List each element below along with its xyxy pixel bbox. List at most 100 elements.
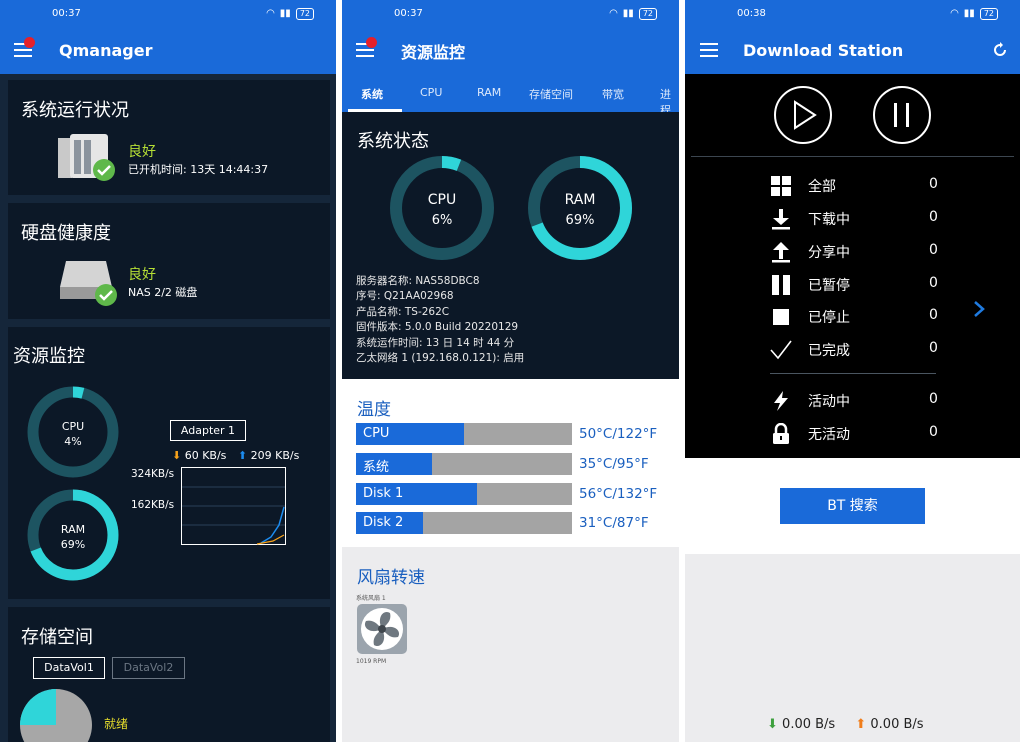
status-time: 00:37 (52, 8, 81, 19)
temp-bar-disk2: Disk 2 (356, 512, 572, 534)
upload-arrow-icon: ⬆ (237, 449, 248, 462)
ethernet-status: 乙太网络 1 (192.168.0.121): 启用 (356, 352, 525, 365)
disk-health-card[interactable]: 硬盘健康度 良好 NAS 2/2 磁盘 (8, 203, 330, 319)
pause-button[interactable] (872, 85, 932, 145)
storage-card[interactable]: 存储空间 DataVol1 DataVol2 就绪 (8, 607, 330, 742)
bandwidth-line-chart (181, 467, 286, 545)
system-status-card[interactable]: 系统运行状况 良好 已开机时间: 13天 14:44:37 (8, 80, 330, 195)
download-arrow-icon: ⬇ (172, 449, 182, 462)
fan-rpm: 1019 RPM (356, 658, 387, 665)
activity-inactive[interactable]: 无活动 0 (770, 421, 940, 451)
temp-label: Disk 2 (363, 515, 404, 530)
firmware-version: 固件版本: 5.0.0 Build 20220129 (356, 321, 519, 334)
resource-monitor-card[interactable]: 资源监控 CPU 4% RAM 69% Adapter 1 ⬇ 60 KB/s … (8, 327, 330, 599)
app-bar: Download Station (685, 27, 1020, 74)
ram-ring-gauge: RAM 69% (27, 489, 119, 581)
play-icon (794, 100, 817, 130)
activity-count: 0 (929, 424, 938, 440)
upload-arrow-icon (772, 242, 790, 263)
tab-cpu[interactable]: CPU (420, 86, 442, 99)
cpu-ring-gauge: CPU 6% (390, 156, 494, 260)
pause-icon (894, 103, 909, 127)
ram-value: 69% (566, 213, 595, 228)
category-completed[interactable]: 已完成 0 (770, 337, 940, 367)
tab-datavol1[interactable]: DataVol1 (33, 657, 105, 679)
category-label: 已停止 (808, 310, 850, 326)
section-title: 风扇转速 (357, 568, 425, 588)
temp-label: CPU (363, 426, 390, 441)
category-count: 0 (929, 340, 938, 356)
chevron-right-icon[interactable] (973, 300, 985, 318)
fan-icon (357, 604, 407, 654)
cpu-value: 4% (64, 435, 81, 448)
category-seeding[interactable]: 分享中 0 (770, 239, 940, 269)
tab-system[interactable]: 系统 (361, 86, 383, 102)
category-downloading[interactable]: 下载中 0 (770, 206, 940, 236)
download-series-line (256, 534, 285, 545)
system-uptime: 系统运作时间: 13 日 14 时 44 分 (356, 336, 515, 349)
refresh-icon[interactable] (992, 42, 1008, 58)
tab-datavol2[interactable]: DataVol2 (112, 657, 185, 679)
tab-ram[interactable]: RAM (477, 86, 501, 99)
screen-qmanager: 00:37 ◠ ▮▮ 72 Qmanager 系统运行状况 良好 已开机时间: … (0, 0, 336, 742)
temp-value: 56°C/132°F (579, 486, 658, 502)
ram-label: RAM (61, 523, 85, 536)
system-info-list: 服务器名称: NAS58DBC8 序号: Q21AA02968 产品名称: TS… (356, 274, 524, 366)
tab-storage[interactable]: 存储空间 (529, 86, 573, 102)
cpu-label: CPU (428, 192, 456, 208)
y-axis-mid-label: 162KB/s (131, 499, 175, 511)
temp-bar-cpu: CPU (356, 423, 572, 445)
category-stopped[interactable]: 已停止 0 (770, 304, 940, 334)
status-icons: ◠ ▮▮ 72 (609, 7, 657, 20)
play-button[interactable] (773, 85, 833, 145)
menu-icon[interactable] (700, 43, 718, 57)
temp-value: 50°C/122°F (579, 426, 658, 442)
activity-label: 无活动 (808, 427, 850, 443)
battery-icon: 72 (638, 7, 657, 20)
status-icons: ◠ ▮▮ 72 (266, 7, 314, 20)
download-control-panel: 全部 0 下载中 0 分享中 0 已暂停 0 已停止 0 已完成 0 活动中 0… (685, 74, 1020, 458)
signal-icon: ▮▮ (622, 8, 634, 19)
category-count: 0 (929, 176, 938, 192)
disk-detail: NAS 2/2 磁盘 (128, 286, 198, 299)
pause-bars-icon (772, 275, 790, 295)
notification-dot (24, 37, 35, 48)
cpu-ring-gauge: CPU 4% (27, 386, 119, 478)
y-axis-top-label: 324KB/s (131, 468, 175, 480)
bt-search-button[interactable]: BT 搜索 (780, 488, 925, 524)
activity-count: 0 (929, 391, 938, 407)
wifi-icon: ◠ (266, 8, 275, 19)
temp-label: 系统 (363, 460, 390, 475)
section-title: 系统状态 (357, 131, 429, 152)
card-title: 资源监控 (13, 346, 85, 367)
app-bar: 资源监控 (342, 27, 679, 74)
grid-icon (771, 176, 791, 196)
category-count: 0 (929, 307, 938, 323)
storage-state: 就绪 (104, 717, 129, 731)
cpu-value: 6% (432, 213, 453, 228)
app-title: 资源监控 (401, 42, 466, 62)
fan-section: 风扇转速 系统风扇 1 1019 RPM (342, 547, 679, 742)
category-label: 全部 (808, 179, 836, 195)
app-title: Qmanager (59, 41, 153, 60)
adapter-selector-button[interactable]: Adapter 1 (170, 420, 246, 441)
download-arrow-icon: ⬇ (767, 717, 778, 732)
card-title: 硬盘健康度 (21, 223, 111, 244)
card-title: 系统运行状况 (21, 100, 129, 121)
server-name: 服务器名称: NAS58DBC8 (356, 275, 480, 287)
checkmark-icon (770, 340, 792, 360)
activity-active[interactable]: 活动中 0 (770, 388, 940, 418)
disk-state: 良好 (128, 267, 156, 283)
stop-square-icon (773, 309, 789, 325)
tab-bandwidth[interactable]: 带宽 (602, 86, 624, 102)
category-all[interactable]: 全部 0 (770, 173, 940, 203)
category-label: 下载中 (808, 212, 850, 228)
app-bar: Qmanager (0, 27, 336, 74)
battery-icon: 72 (295, 7, 314, 20)
category-count: 0 (929, 209, 938, 225)
lightning-icon (774, 391, 788, 411)
rate-legend: ⬇ 60 KB/s ⬆ 209 KB/s (172, 449, 299, 462)
category-paused[interactable]: 已暂停 0 (770, 272, 940, 302)
upload-rate: 209 KB/s (250, 449, 300, 462)
category-label: 已暂停 (808, 278, 850, 294)
